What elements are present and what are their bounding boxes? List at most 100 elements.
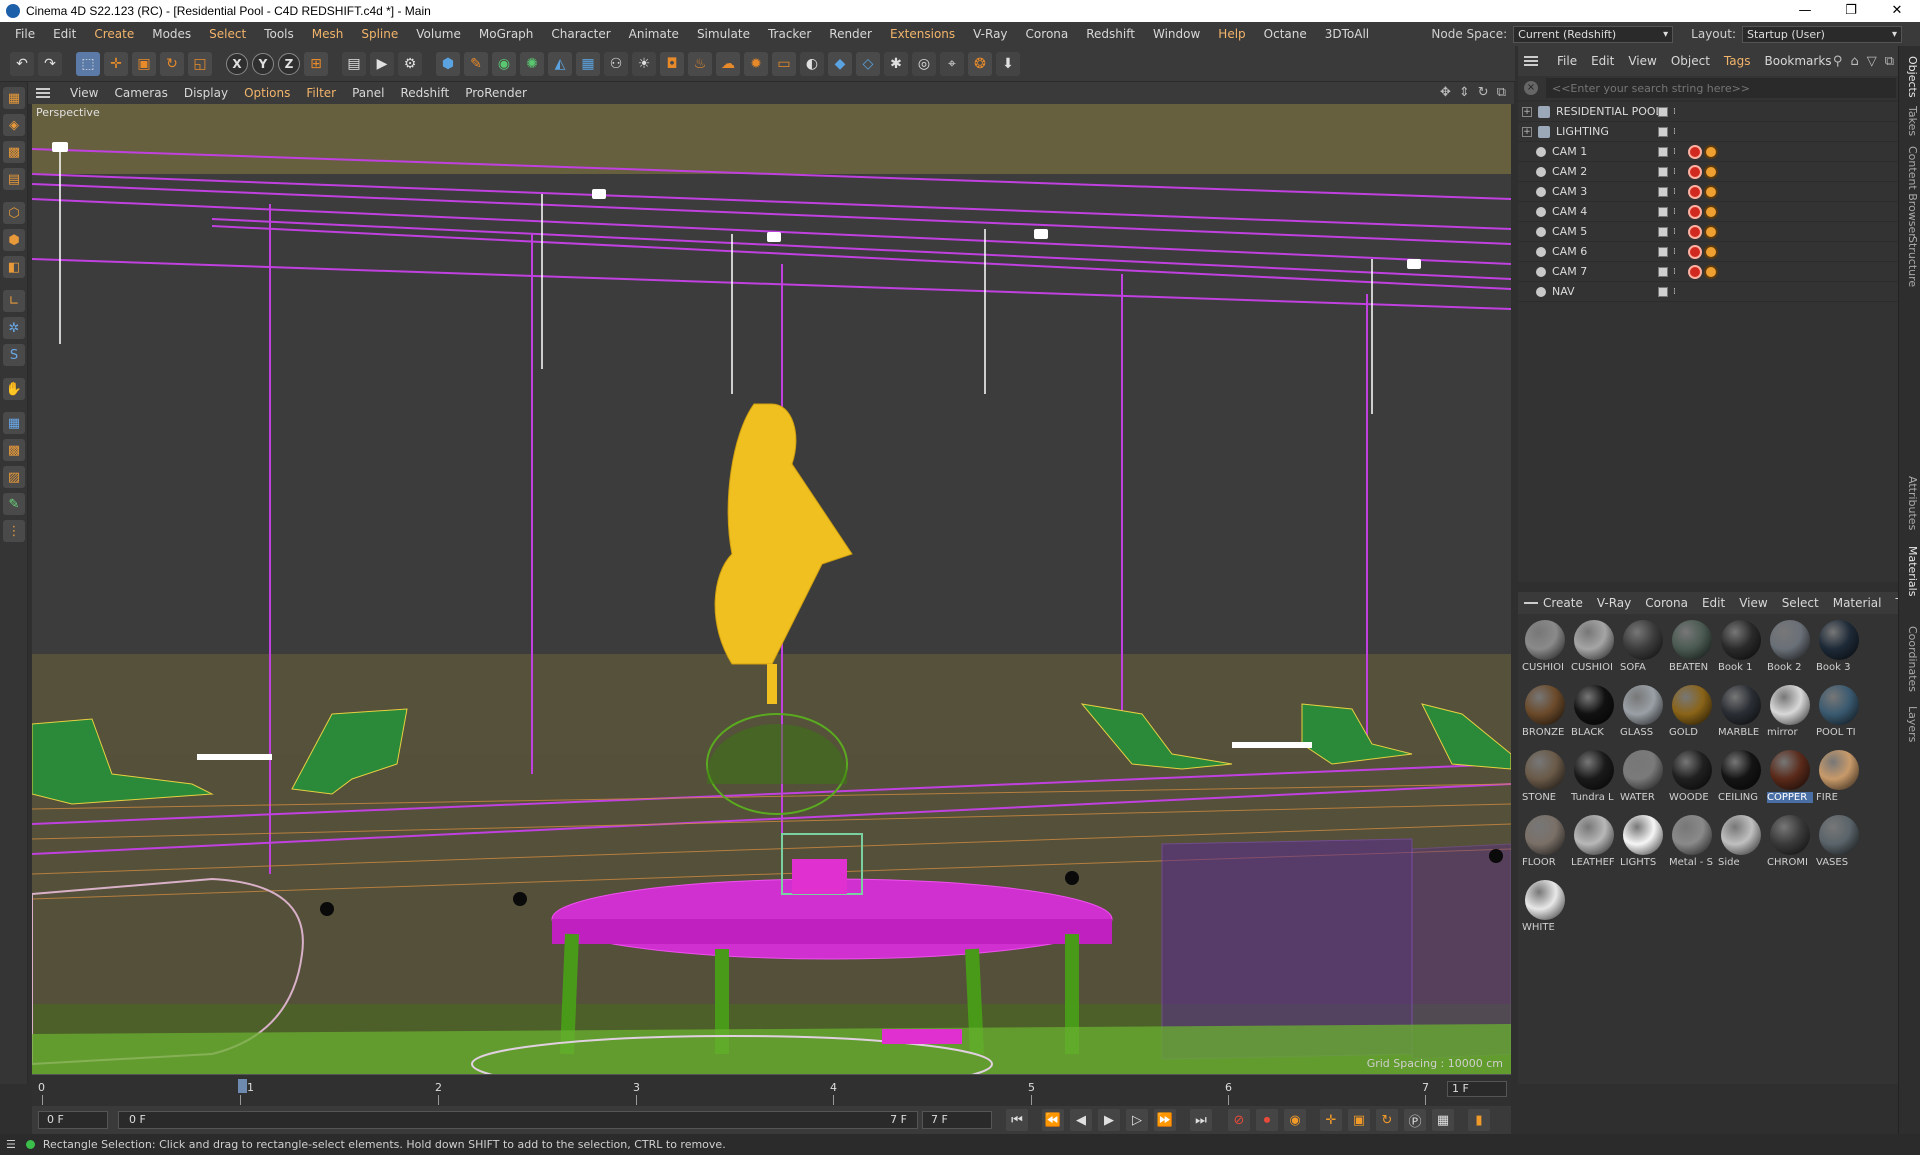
end-frame-field[interactable]: 7 F [922,1111,992,1129]
visibility-toggle-icon[interactable] [1658,166,1668,177]
menu-character[interactable]: Character [542,22,619,46]
timeline-playhead[interactable] [238,1079,247,1093]
object-row[interactable]: CAM 1 ⁞ [1518,142,1898,162]
start-frame-field[interactable]: 0 F [38,1111,108,1129]
menu-octane[interactable]: Octane [1255,22,1316,46]
coordinate-system-icon[interactable]: ⊞ [304,51,328,76]
menu-render[interactable]: Render [820,22,881,46]
render-dots-icon[interactable]: ⁞ [1673,107,1683,117]
z-axis-lock-button[interactable]: Z [278,52,300,75]
protection-tag-icon[interactable] [1704,204,1718,219]
timeline-menu-icon[interactable]: ▮ [1468,1109,1490,1131]
menu-help[interactable]: Help [1209,22,1254,46]
subdivision-icon[interactable]: ◉ [492,51,516,76]
material-swatch[interactable]: Side [1718,813,1764,875]
search-icon[interactable]: ⚲ [1833,54,1843,69]
pan-icon[interactable]: ✥ [1440,85,1451,100]
menu-mograph[interactable]: MoGraph [470,22,543,46]
scene-camera-icon[interactable]: ⚇ [604,51,628,76]
viewport-menu-prorender[interactable]: ProRender [457,86,535,100]
om-menu-view[interactable]: View [1621,54,1663,68]
viewport-menu-options[interactable]: Options [236,86,298,100]
side-tab-content-browser[interactable]: Content Browser [1906,146,1919,238]
make-editable-icon[interactable]: ▦ [3,87,25,109]
recent-tools-icon[interactable]: ◱ [188,51,212,76]
redo-icon[interactable]: ↷ [38,51,62,76]
side-tab-materials[interactable]: Materials [1906,546,1919,596]
material-swatch[interactable]: CEILING [1718,748,1764,810]
material-swatch[interactable]: GLASS [1620,683,1666,745]
redshift-material-icon[interactable]: ◆ [828,51,852,76]
visibility-toggle-icon[interactable] [1658,106,1668,117]
material-swatch[interactable]: Book 3 [1816,618,1862,680]
previous-key-icon[interactable]: ⏪ [1042,1109,1064,1131]
deformer-icon[interactable]: ◭ [548,51,572,76]
protection-tag-icon[interactable] [1704,164,1718,179]
om-menu-bookmarks[interactable]: Bookmarks [1758,54,1839,68]
visibility-toggle-icon[interactable] [1658,206,1668,217]
menu-corona[interactable]: Corona [1017,22,1078,46]
material-swatch[interactable]: Book 1 [1718,618,1764,680]
viewport-menu-redshift[interactable]: Redshift [392,86,457,100]
mm-menu-corona[interactable]: Corona [1638,596,1695,610]
download-icon[interactable]: ⬇ [996,51,1020,76]
material-swatch[interactable]: CUSHIOI [1571,618,1617,680]
material-swatch[interactable]: Metal - S [1669,813,1715,875]
object-row[interactable]: NAV ⁞ [1518,282,1898,302]
render-dots-icon[interactable]: ⁞ [1673,127,1683,137]
protection-tag-icon[interactable] [1704,264,1718,279]
visibility-toggle-icon[interactable] [1658,266,1668,277]
rotate-tool-icon[interactable]: ↻ [160,51,184,76]
protection-tag-icon[interactable] [1704,244,1718,259]
key-parameter-icon[interactable]: Ⓟ [1404,1109,1426,1131]
om-menu-object[interactable]: Object [1664,54,1717,68]
menu-redshift[interactable]: Redshift [1077,22,1144,46]
side-tab-attributes[interactable]: Attributes [1906,476,1919,530]
octane-icon[interactable]: ❂ [968,51,992,76]
layout-select[interactable]: Startup (User) [1742,25,1902,43]
render-dots-icon[interactable]: ⁞ [1673,227,1683,237]
mm-menu-vray[interactable]: V-Ray [1590,596,1638,610]
visibility-toggle-icon[interactable] [1658,246,1668,257]
maximize-viewport-icon[interactable]: ⧉ [1497,85,1506,100]
render-settings-icon[interactable]: ⚙ [398,51,422,76]
redshift-camera-tag-icon[interactable] [1688,244,1702,259]
side-tab-coordinates[interactable]: Coordinates [1906,626,1919,692]
menu-window[interactable]: Window [1144,22,1209,46]
object-row[interactable]: CAM 6 ⁞ [1518,242,1898,262]
model-mode-icon[interactable]: ◈ [3,114,25,136]
new-window-icon[interactable]: ⧉ [1885,54,1894,69]
material-swatch[interactable]: mirror [1767,683,1813,745]
visibility-toggle-icon[interactable] [1658,226,1668,237]
go-to-start-icon[interactable]: ⏮ [1006,1109,1028,1131]
menu-select[interactable]: Select [200,22,255,46]
menu-animate[interactable]: Animate [620,22,688,46]
magnet-icon[interactable]: ✋ [3,378,25,400]
key-pla-icon[interactable]: ▦ [1432,1109,1454,1131]
menu-edit[interactable]: Edit [44,22,85,46]
redshift-camera-tag-icon[interactable] [1688,164,1702,179]
side-tab-layers[interactable]: Layers [1906,706,1919,742]
preview-range-slider[interactable]: 0 F 7 F [118,1111,918,1129]
redshift-proxy-icon[interactable]: ◇ [856,51,880,76]
menu-3dtoall[interactable]: 3DToAll [1316,22,1378,46]
floor-icon[interactable]: ▦ [576,51,600,76]
previous-frame-icon[interactable]: ◀ [1070,1109,1092,1131]
menu-simulate[interactable]: Simulate [688,22,759,46]
redshift-camera-tag-icon[interactable] [1688,204,1702,219]
autokey-icon[interactable]: ◉ [1284,1109,1306,1131]
object-search-input[interactable] [1546,78,1896,98]
solo-icon[interactable]: S [3,344,25,366]
next-frame-icon[interactable]: ▷ [1126,1109,1148,1131]
menu-create[interactable]: Create [85,22,143,46]
object-row[interactable]: CAM 4 ⁞ [1518,202,1898,222]
snap-icon[interactable]: ⌖ [940,51,964,76]
expand-icon[interactable]: + [1522,106,1532,117]
om-menu-tags[interactable]: Tags [1717,54,1758,68]
selection-tool-icon[interactable]: ⬚ [76,51,100,76]
viewport-menu-cameras[interactable]: Cameras [106,86,175,100]
restore-button[interactable]: ❐ [1828,0,1874,22]
texture-mode-icon[interactable]: ▩ [3,141,25,163]
menu-extensions[interactable]: Extensions [881,22,964,46]
redshift-light-icon[interactable]: ♨ [688,51,712,76]
